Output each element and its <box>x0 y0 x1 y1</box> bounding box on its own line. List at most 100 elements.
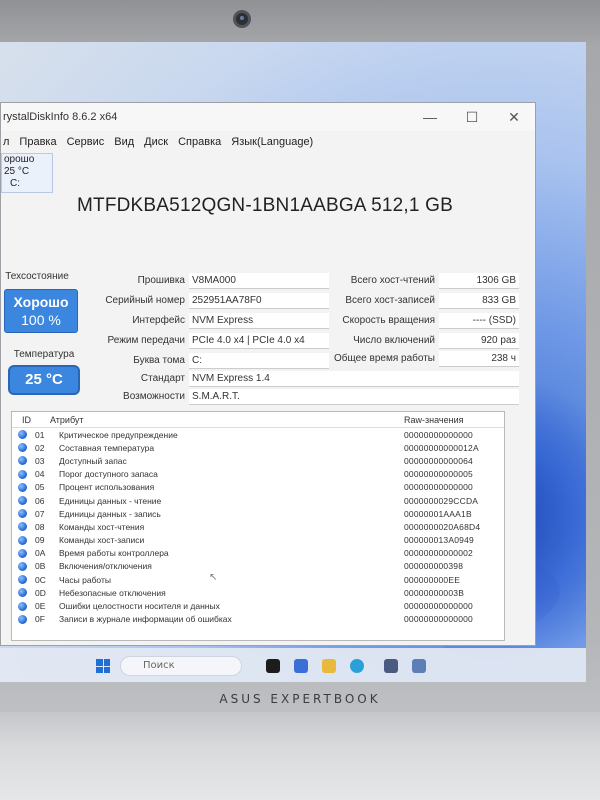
screen: rystalDiskInfo 8.6.2 x64 — ☐ ✕ л Правка … <box>0 42 586 682</box>
menu-edit[interactable]: Правка <box>19 136 56 148</box>
status-dot-icon <box>18 443 27 453</box>
minimize-button[interactable]: — <box>409 103 451 131</box>
status-dot-icon <box>18 575 27 585</box>
serial-value: 252951AA78F0 <box>189 293 329 309</box>
table-row[interactable]: 0B Включения/отключения 000000000398 <box>12 560 504 573</box>
crystaldiskinfo-taskbar-icon[interactable] <box>412 659 426 673</box>
table-row[interactable]: 0C Часы работы 000000000EE <box>12 573 504 586</box>
column-raw[interactable]: Raw-значения <box>404 412 504 427</box>
widgets-icon[interactable] <box>294 659 308 673</box>
taskbar-search[interactable]: Поиск <box>120 656 242 676</box>
menu-view[interactable]: Вид <box>114 136 134 148</box>
host-reads-label: Всего хост-чтений <box>350 275 435 286</box>
menu-bar: л Правка Сервис Вид Диск Справка Язык(La… <box>1 131 535 153</box>
status-dot-icon <box>18 482 27 492</box>
attribute-raw: 00000000000002 <box>404 548 473 559</box>
attribute-raw: 000000000398 <box>404 561 464 572</box>
attribute-name: Ошибки целостности носителя и данных <box>59 601 220 612</box>
table-row[interactable]: 07 Единицы данных - запись 00000001AAA1B <box>12 507 504 520</box>
maximize-button[interactable]: ☐ <box>451 103 493 131</box>
crystaldiskinfo-window: rystalDiskInfo 8.6.2 x64 — ☐ ✕ л Правка … <box>0 102 536 646</box>
status-dot-icon <box>18 469 27 479</box>
table-row[interactable]: 06 Единицы данных - чтение 0000000029CCDA <box>12 494 504 507</box>
status-dot-icon <box>18 456 27 466</box>
attribute-id: 09 <box>35 535 45 546</box>
interface-label: Интерфейс <box>132 315 185 326</box>
attribute-name: Процент использования <box>59 482 155 493</box>
serial-label: Серийный номер <box>105 295 185 306</box>
attribute-name: Составная температура <box>59 442 155 453</box>
table-row[interactable]: 08 Команды хост-чтения 0000000020A68D4 <box>12 520 504 533</box>
attribute-id: 0E <box>35 601 46 612</box>
drive-tab-letter: C: <box>10 178 20 189</box>
store-icon[interactable] <box>384 659 398 673</box>
close-button[interactable]: ✕ <box>493 103 535 131</box>
attribute-id: 07 <box>35 508 45 519</box>
table-row[interactable]: 09 Команды хост-записи 000000013A0949 <box>12 534 504 547</box>
attribute-name: Единицы данных - запись <box>59 508 161 519</box>
firmware-label: Прошивка <box>137 275 185 286</box>
smart-table[interactable]: ID Атрибут Raw-значения 01 Критическое пр… <box>11 411 505 641</box>
menu-help[interactable]: Справка <box>178 136 221 148</box>
title-bar[interactable]: rystalDiskInfo 8.6.2 x64 — ☐ ✕ <box>1 103 535 131</box>
attribute-id: 0D <box>35 587 46 598</box>
status-dot-icon <box>18 561 27 571</box>
column-id[interactable]: ID <box>12 412 50 427</box>
menu-language[interactable]: Язык(Language) <box>231 136 313 148</box>
attribute-raw: 00000000000064 <box>404 455 473 466</box>
attribute-raw: 0000000020A68D4 <box>404 521 481 532</box>
window-title: rystalDiskInfo 8.6.2 x64 <box>3 111 118 123</box>
menu-disk[interactable]: Диск <box>144 136 168 148</box>
table-row[interactable]: 0D Небезопасные отключения 00000000003B <box>12 586 504 599</box>
attribute-raw: 00000000000005 <box>404 469 473 480</box>
standard-label: Стандарт <box>140 373 185 384</box>
column-attribute[interactable]: Атрибут <box>50 412 404 427</box>
table-row[interactable]: 01 Критическое предупреждение 000000000000… <box>12 428 504 441</box>
status-dot-icon <box>18 614 27 624</box>
attribute-id: 01 <box>35 429 45 440</box>
power-count-label: Число включений <box>353 335 435 346</box>
power-count-value: 920 раз <box>439 333 519 349</box>
table-row[interactable]: 0F Записи в журнале информации об ошибках… <box>12 613 504 626</box>
drive-tab[interactable]: орошо 25 °C C: <box>1 153 53 193</box>
status-dot-icon <box>18 535 27 545</box>
status-dot-icon <box>18 430 27 440</box>
smart-table-header: ID Атрибут Raw-значения <box>12 412 504 428</box>
attribute-id: 04 <box>35 469 45 480</box>
features-value: S.M.A.R.T. <box>189 389 519 405</box>
attribute-id: 02 <box>35 442 45 453</box>
status-dot-icon <box>18 588 27 598</box>
attribute-name: Доступный запас <box>59 455 127 466</box>
table-row[interactable]: 05 Процент использования 00000000000000 <box>12 481 504 494</box>
health-status-badge[interactable]: Хорошо 100 % <box>4 289 78 333</box>
transfer-label: Режим передачи <box>107 335 185 346</box>
table-row[interactable]: 0A Время работы контроллера 00000000000002 <box>12 547 504 560</box>
power-hours-value: 238 ч <box>439 351 519 367</box>
table-row[interactable]: 0E Ошибки целостности носителя и данных 00… <box>12 599 504 612</box>
rotation-label: Скорость вращения <box>342 315 435 326</box>
task-view-icon[interactable] <box>266 659 280 673</box>
attribute-raw: 00000000000000 <box>404 601 473 612</box>
attribute-raw: 00000000000000 <box>404 482 473 493</box>
edge-browser-icon[interactable] <box>350 659 364 673</box>
table-row[interactable]: 04 Порог доступного запаса 00000000000005 <box>12 468 504 481</box>
webcam <box>233 10 251 28</box>
health-status: Хорошо <box>13 294 69 310</box>
table-row[interactable]: 03 Доступный запас 00000000000064 <box>12 454 504 467</box>
features-label: Возможности <box>123 391 185 402</box>
power-hours-label: Общее время работы <box>334 353 435 364</box>
attribute-id: 0B <box>35 561 46 572</box>
start-icon[interactable] <box>96 659 110 673</box>
temperature-badge[interactable]: 25 °C <box>8 365 80 395</box>
table-row[interactable]: 02 Составная температура 00000000000012A <box>12 441 504 454</box>
attribute-name: Включения/отключения <box>59 561 152 572</box>
attribute-id: 0A <box>35 548 46 559</box>
menu-service[interactable]: Сервис <box>67 136 105 148</box>
menu-file[interactable]: л <box>3 136 9 148</box>
file-explorer-icon[interactable] <box>322 659 336 673</box>
attribute-name: Критическое предупреждение <box>59 429 178 440</box>
host-reads-value: 1306 GB <box>439 273 519 289</box>
host-writes-value: 833 GB <box>439 293 519 309</box>
attribute-id: 06 <box>35 495 45 506</box>
attribute-raw: 00000000000000 <box>404 429 473 440</box>
